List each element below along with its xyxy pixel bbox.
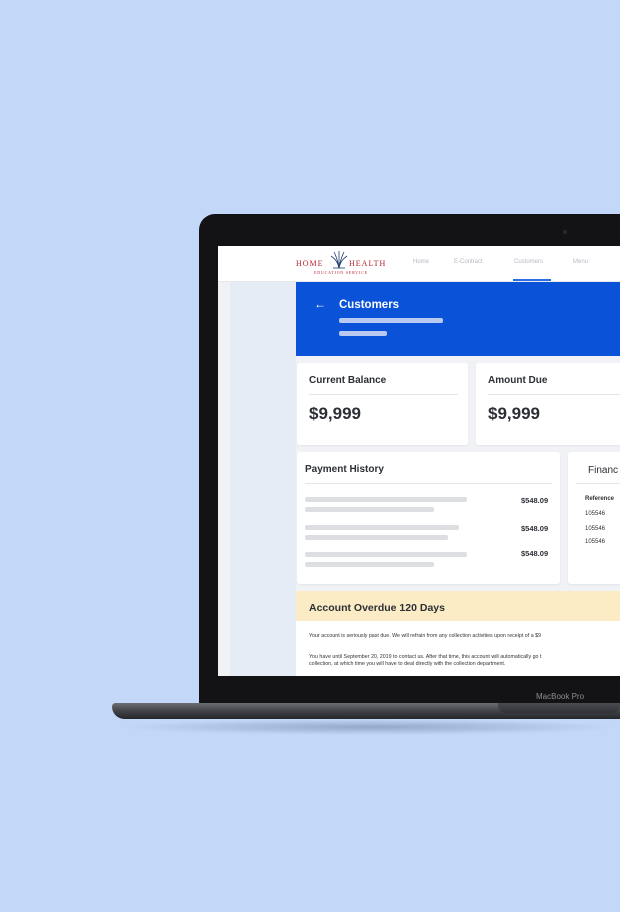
camera-icon — [563, 230, 567, 234]
logo-subtitle: Education Service — [314, 270, 368, 275]
payment-amount: $548.09 — [521, 524, 549, 533]
history-placeholder — [305, 497, 467, 502]
divider — [576, 483, 620, 484]
nav-menu[interactable]: Menu — [573, 259, 588, 265]
overdue-text-line: You have until September 20, 2019 to con… — [309, 654, 542, 660]
current-balance-title: Current Balance — [309, 375, 387, 386]
history-placeholder — [305, 552, 467, 557]
logo-text-right: Health — [349, 259, 387, 268]
screen: Home Health Education Service Home E-Con… — [218, 246, 620, 676]
payment-amount: $548.09 — [521, 549, 549, 558]
laptop-shadow — [120, 719, 620, 735]
history-placeholder — [305, 507, 434, 512]
amount-due-title: Amount Due — [488, 375, 548, 386]
sidebar — [230, 282, 296, 676]
amount-due-value: $9,999 — [488, 404, 540, 423]
overdue-text-line: Your account is seriously past due. We w… — [309, 633, 542, 639]
device-label: MacBook Pro — [536, 692, 585, 701]
history-placeholder — [305, 562, 434, 567]
nav-customers[interactable]: Customers — [514, 259, 543, 265]
page-title: Customers — [339, 299, 400, 311]
fountain-logo-icon — [330, 251, 348, 269]
financials-title: Financ — [588, 465, 619, 476]
brand-logo[interactable]: Home Health Education Service — [296, 250, 387, 278]
nav-e-contract[interactable]: E-Contract — [454, 259, 483, 265]
divider — [309, 394, 458, 395]
laptop-hinge-notch — [498, 703, 620, 713]
header-placeholder-line — [339, 331, 387, 336]
divider — [305, 483, 552, 484]
reference-value: 105546 — [585, 511, 606, 517]
reference-value: 105546 — [585, 526, 606, 532]
header-placeholder-line — [339, 318, 443, 323]
divider — [488, 394, 620, 395]
top-navigation: Home Health Education Service Home E-Con… — [218, 246, 620, 282]
current-balance-value: $9,999 — [309, 404, 361, 423]
overdue-text-line: collection, at which time you will have … — [309, 661, 506, 667]
overdue-title: Account Overdue 120 Days — [309, 602, 445, 614]
active-nav-indicator — [513, 279, 551, 281]
payment-amount: $548.09 — [521, 496, 549, 505]
payment-history-title: Payment History — [305, 464, 384, 475]
history-placeholder — [305, 525, 459, 530]
history-placeholder — [305, 535, 448, 540]
logo-text-left: Home — [296, 259, 324, 268]
arrow-left-icon[interactable]: ← — [314, 297, 326, 311]
reference-header: Reference — [585, 496, 615, 502]
reference-value: 105546 — [585, 539, 606, 545]
nav-home[interactable]: Home — [413, 259, 429, 265]
